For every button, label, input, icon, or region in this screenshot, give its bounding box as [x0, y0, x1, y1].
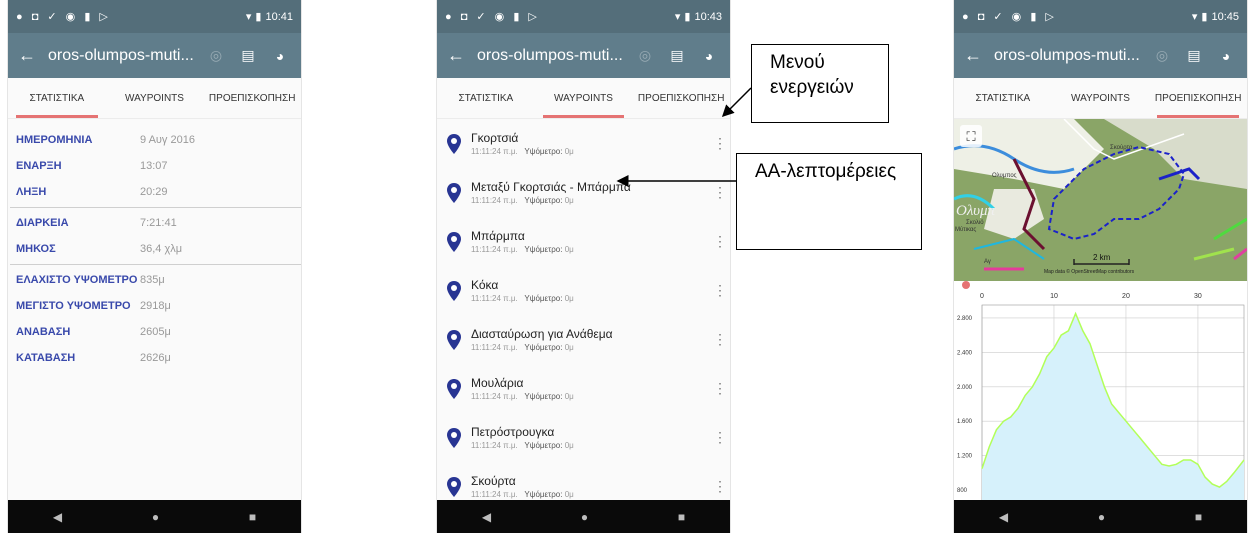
callout-arrows — [616, 87, 752, 187]
arrow-to-menu — [721, 87, 752, 118]
